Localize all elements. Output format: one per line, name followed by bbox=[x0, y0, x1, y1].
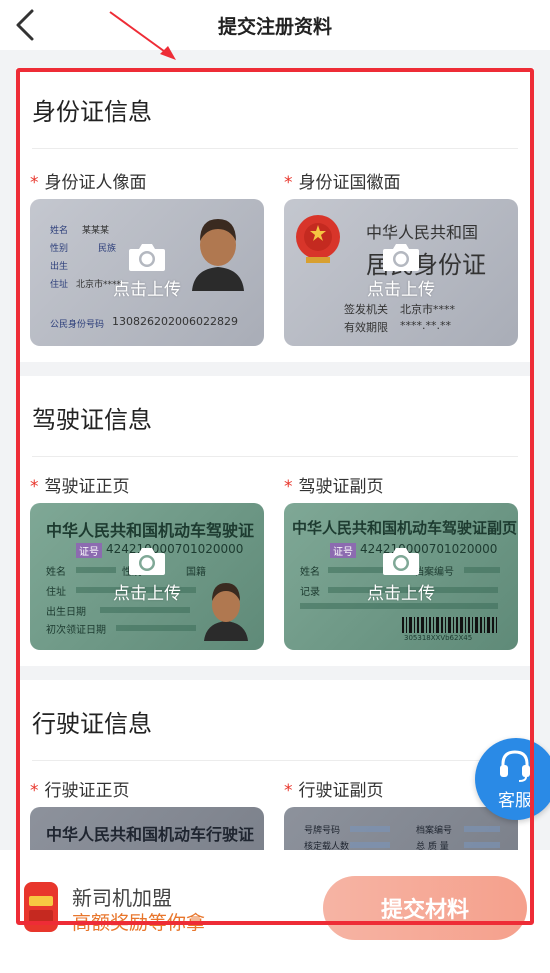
card-label-id-front: * 身份证人像面 bbox=[30, 173, 147, 193]
customer-service-button[interactable]: 客服 bbox=[475, 738, 550, 820]
upload-card-id-front[interactable]: 姓名 某某某 性别 民族 出生 住址 北京市**** 公民身份号码 130826… bbox=[30, 199, 264, 346]
customer-service-label: 客服 bbox=[498, 791, 532, 811]
divider bbox=[32, 456, 518, 457]
upload-hint: 点击上传 bbox=[30, 241, 264, 300]
submit-button[interactable]: 提交材料 bbox=[323, 876, 527, 940]
camera-icon bbox=[129, 244, 165, 271]
upload-card-id-back[interactable]: 中华人民共和国 居民身份证 签发机关 北京市**** 有效期限 ****.**.… bbox=[284, 199, 518, 346]
required-mark: * bbox=[284, 173, 293, 193]
bottom-bar: 新司机加盟 高额奖励等你拿 提交材料 bbox=[0, 850, 550, 973]
card-label-license-front: * 驾驶证正页 bbox=[30, 477, 130, 497]
upload-card-license-back[interactable]: 中华人民共和国机动车驾驶证副页 证号 424210000701020000 姓名… bbox=[284, 503, 518, 650]
camera-icon bbox=[383, 244, 419, 271]
headset-icon bbox=[500, 750, 530, 782]
required-mark: * bbox=[30, 477, 39, 497]
divider bbox=[32, 760, 518, 761]
section-vehicle-license: 行驶证信息 * 行驶证正页 中华人民共和国机动车行驶证 * 行驶证副页 号牌号码 档… bbox=[16, 680, 534, 850]
section-driver-license: 驾驶证信息 * 驾驶证正页 中华人民共和国机动车驾驶证 证号 4242100007… bbox=[16, 376, 534, 666]
camera-icon bbox=[383, 548, 419, 575]
promo-subtitle: 高额奖励等你拿 bbox=[72, 912, 206, 934]
nav-bar: 提交注册资料 bbox=[0, 0, 550, 50]
required-mark: * bbox=[284, 781, 293, 801]
card-label-vehicle-front: * 行驶证正页 bbox=[30, 781, 130, 801]
card-label-id-back: * 身份证国徽面 bbox=[284, 173, 401, 193]
divider bbox=[32, 148, 518, 149]
card-label-vehicle-back: * 行驶证副页 bbox=[284, 781, 384, 801]
camera-icon bbox=[129, 548, 165, 575]
section-title: 身份证信息 bbox=[32, 98, 152, 126]
section-title: 行驶证信息 bbox=[32, 710, 152, 738]
upload-card-vehicle-front[interactable]: 中华人民共和国机动车行驶证 bbox=[30, 807, 264, 850]
upload-card-license-front[interactable]: 中华人民共和国机动车驾驶证 证号 424210000701020000 姓名 性… bbox=[30, 503, 264, 650]
upload-hint: 点击上传 bbox=[284, 241, 518, 300]
barcode-icon bbox=[402, 617, 497, 633]
section-id-card: 身份证信息 * 身份证人像面 姓名 某某某 性别 民族 出生 住址 北京市****… bbox=[16, 68, 534, 362]
card-label-license-back: * 驾驶证副页 bbox=[284, 477, 384, 497]
upload-hint: 点击上传 bbox=[30, 545, 264, 604]
page-title: 提交注册资料 bbox=[217, 16, 332, 38]
page: 提交注册资料 身份证信息 * 身份证人像面 姓名 某某某 性别 民族 出生 住址 … bbox=[0, 0, 550, 973]
required-mark: * bbox=[30, 173, 39, 193]
upload-hint: 点击上传 bbox=[284, 545, 518, 604]
promo-title: 新司机加盟 bbox=[72, 886, 172, 910]
section-title: 驾驶证信息 bbox=[32, 406, 152, 434]
required-mark: * bbox=[30, 781, 39, 801]
upload-card-vehicle-back[interactable]: 号牌号码 档案编号 核定载人数 总 质 量 bbox=[284, 807, 518, 850]
required-mark: * bbox=[284, 477, 293, 497]
app-logo-icon bbox=[24, 882, 58, 932]
